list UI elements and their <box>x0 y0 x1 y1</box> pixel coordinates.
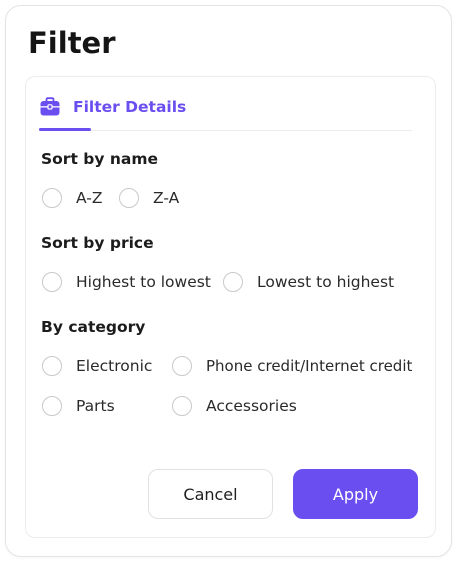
radio-option-z-a[interactable]: Z-A <box>119 186 179 210</box>
tab-label: Filter Details <box>73 98 187 116</box>
section-title-sort-price: Sort by price <box>41 234 154 252</box>
active-tab-indicator <box>39 128 91 131</box>
filter-card: Filter Details Sort by name A-Z Z-A Sort… <box>25 76 436 538</box>
radio-label: Z-A <box>153 189 180 207</box>
radio-button[interactable] <box>119 188 139 208</box>
radio-label: Highest to lowest <box>76 273 211 291</box>
radio-button[interactable] <box>172 396 192 416</box>
radio-option-parts[interactable]: Parts <box>42 394 115 418</box>
radio-option-a-z[interactable]: A-Z <box>42 186 102 210</box>
apply-button[interactable]: Apply <box>293 469 418 519</box>
filter-dialog: Filter Filter Details Sort by name A-Z Z… <box>5 5 452 557</box>
radio-button[interactable] <box>42 396 62 416</box>
radio-button[interactable] <box>172 356 192 376</box>
tab-filter-details[interactable]: Filter Details <box>39 95 186 130</box>
radio-option-electronic[interactable]: Electronic <box>42 354 152 378</box>
radio-option-lowest-to-highest[interactable]: Lowest to highest <box>223 270 394 294</box>
radio-option-phone-credit[interactable]: Phone credit/Internet credit <box>172 354 412 378</box>
radio-button[interactable] <box>42 188 62 208</box>
briefcase-icon <box>39 96 61 118</box>
tab-bar: Filter Details <box>39 95 412 131</box>
radio-label: A-Z <box>76 189 103 207</box>
radio-label: Accessories <box>206 397 297 415</box>
radio-label: Phone credit/Internet credit <box>206 357 413 375</box>
section-title-sort-name: Sort by name <box>41 150 159 168</box>
radio-button[interactable] <box>223 272 243 292</box>
dialog-title: Filter <box>28 26 116 60</box>
cancel-button[interactable]: Cancel <box>148 469 273 519</box>
radio-button[interactable] <box>42 356 62 376</box>
radio-label: Lowest to highest <box>257 273 395 291</box>
radio-button[interactable] <box>42 272 62 292</box>
section-title-category: By category <box>41 318 146 336</box>
radio-option-highest-to-lowest[interactable]: Highest to lowest <box>42 270 211 294</box>
radio-label: Parts <box>76 397 115 415</box>
radio-option-accessories[interactable]: Accessories <box>172 394 297 418</box>
radio-label: Electronic <box>76 357 153 375</box>
